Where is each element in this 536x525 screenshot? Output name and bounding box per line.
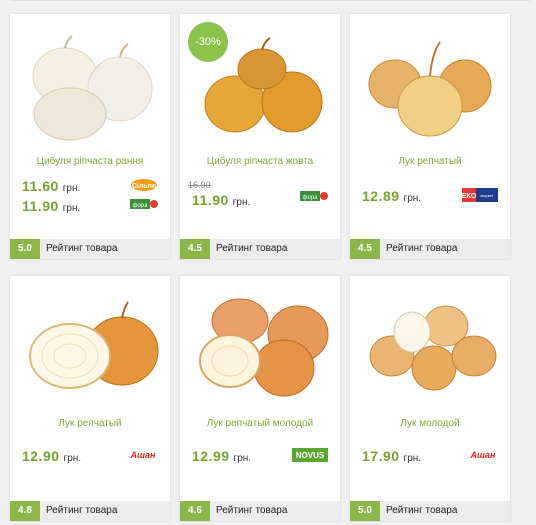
product-title[interactable]: Лук репчатый молодой xyxy=(180,418,340,429)
product-title[interactable]: Лук репчатый xyxy=(350,156,510,167)
auchan-logo[interactable]: Ашан xyxy=(468,448,498,460)
rating-label[interactable]: Рейтинг товара xyxy=(46,501,117,521)
product-title[interactable]: Лук репчатый xyxy=(10,418,170,429)
currency-label: грн. xyxy=(403,453,422,464)
top-divider xyxy=(10,0,530,1)
product-title[interactable]: Цибуля ріпчаста жовта xyxy=(180,156,340,167)
price-value: 12.90 xyxy=(22,448,60,464)
rating-label[interactable]: Рейтинг товара xyxy=(216,239,287,259)
price-row: 12.99 грн. NOVUS xyxy=(192,448,332,464)
price-row: 11.60 грн. Сільпо xyxy=(22,178,162,194)
svg-text:Ашан: Ашан xyxy=(130,450,157,460)
price-value: 12.89 xyxy=(362,188,400,204)
price-row: 17.90 грн. Ашан xyxy=(362,448,502,464)
svg-text:ЕКО: ЕКО xyxy=(462,193,477,200)
silpo-logo[interactable]: Сільпо xyxy=(130,178,158,192)
fora-logo[interactable]: фора xyxy=(130,198,158,210)
currency-label: грн. xyxy=(62,183,81,194)
fora-logo[interactable]: фора xyxy=(300,190,328,202)
rating-value: 4.6 xyxy=(180,501,210,521)
rating-label[interactable]: Рейтинг товара xyxy=(46,239,117,259)
product-image-onion xyxy=(32,35,153,141)
svg-text:Сільпо: Сільпо xyxy=(132,182,156,190)
rating-bar: 5.0 Рейтинг товара xyxy=(350,501,510,521)
price-row: 11.90 грн. фора xyxy=(192,190,332,208)
eko-market-logo[interactable]: ЕКО маркет xyxy=(462,188,498,202)
price-value: 17.90 xyxy=(362,448,400,464)
discount-badge: -30% xyxy=(188,22,228,62)
rating-bar: 5.0 Рейтинг товара xyxy=(10,239,170,259)
rating-bar: 4.8 Рейтинг товара xyxy=(10,501,170,521)
product-card[interactable]: Лук репчатый молодой 12.99 грн. NOVUS 4.6… xyxy=(180,276,340,521)
svg-text:маркет: маркет xyxy=(481,193,494,198)
price-row: 11.90 грн. фора xyxy=(22,198,162,214)
product-image-onion xyxy=(199,298,329,397)
auchan-logo[interactable]: Ашан xyxy=(128,448,158,460)
rating-value: 4.8 xyxy=(10,501,40,521)
rating-label[interactable]: Рейтинг товара xyxy=(386,501,457,521)
currency-label: грн. xyxy=(233,453,252,464)
currency-label: грн. xyxy=(403,193,422,204)
rating-value: 5.0 xyxy=(350,501,380,521)
novus-logo[interactable]: NOVUS xyxy=(292,448,328,462)
rating-bar: 4.6 Рейтинг товара xyxy=(180,501,340,521)
svg-text:NOVUS: NOVUS xyxy=(296,451,325,460)
rating-value: 4.5 xyxy=(350,239,380,259)
rating-bar: 4.5 Рейтинг товара xyxy=(350,239,510,259)
rating-label[interactable]: Рейтинг товара xyxy=(216,501,287,521)
svg-text:фора: фора xyxy=(303,195,319,201)
price-row: 12.90 грн. Ашан xyxy=(22,448,162,464)
product-image-onion xyxy=(29,301,159,389)
product-image-onion xyxy=(369,305,497,391)
rating-label[interactable]: Рейтинг товара xyxy=(386,239,457,259)
old-price: 16.90 xyxy=(188,180,211,190)
price-value: 11.90 xyxy=(22,198,59,214)
currency-label: грн. xyxy=(62,203,81,214)
price-row: 12.89 грн. ЕКО маркет xyxy=(362,188,502,204)
product-card[interactable]: -30% Цибуля ріпчаста жовта 16.90 11.90 гр… xyxy=(180,14,340,259)
price-value: 11.60 xyxy=(22,178,59,194)
svg-text:фора: фора xyxy=(133,203,149,209)
rating-value: 4.5 xyxy=(180,239,210,259)
rating-bar: 4.5 Рейтинг товара xyxy=(180,239,340,259)
product-title[interactable]: Цибуля ріпчаста рання xyxy=(10,156,170,167)
product-card[interactable]: Лук репчатый 12.90 грн. Ашан 4.8 Рейтинг … xyxy=(10,276,170,521)
product-card[interactable]: Цибуля ріпчаста рання 11.60 грн. Сільпо 1… xyxy=(10,14,170,259)
rating-value: 5.0 xyxy=(10,239,40,259)
price-value: 12.99 xyxy=(192,448,230,464)
currency-label: грн. xyxy=(232,197,251,208)
svg-text:Ашан: Ашан xyxy=(470,450,497,460)
product-card[interactable]: Лук молодой 17.90 грн. Ашан 5.0 Рейтинг т… xyxy=(350,276,510,521)
product-title[interactable]: Лук молодой xyxy=(350,418,510,429)
currency-label: грн. xyxy=(63,453,82,464)
product-card[interactable]: Лук репчатый 12.89 грн. ЕКО маркет 4.5 Ре… xyxy=(350,14,510,259)
product-image-onion xyxy=(368,41,492,137)
price-value: 11.90 xyxy=(192,192,229,208)
